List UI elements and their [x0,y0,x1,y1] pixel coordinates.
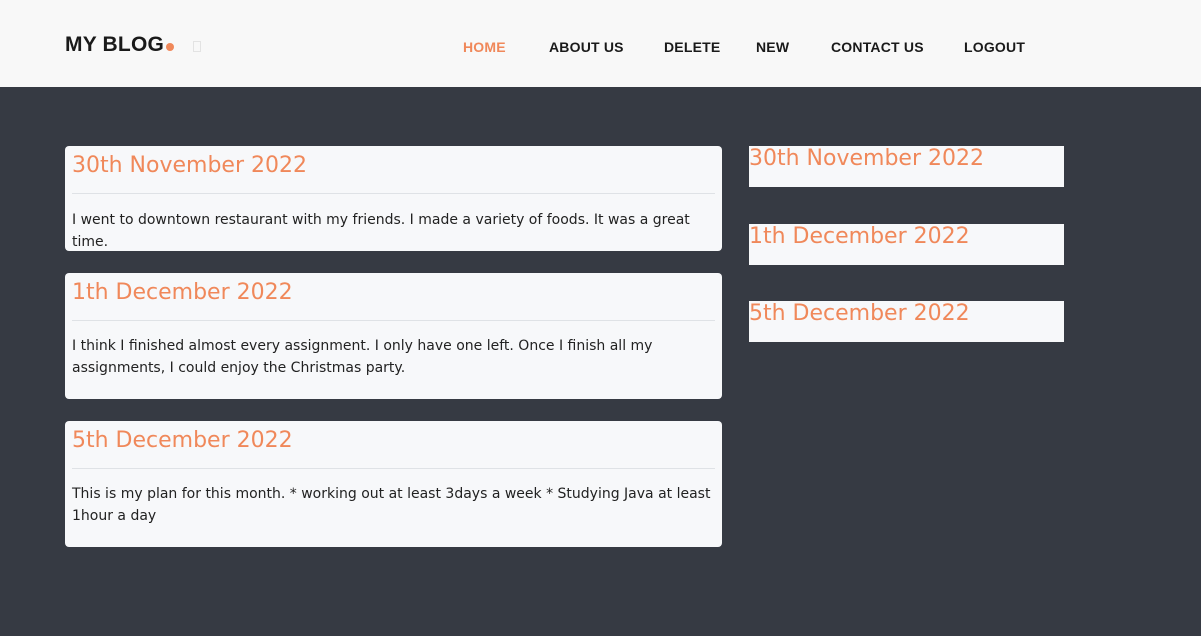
post-divider [72,468,715,469]
nav-contact-us[interactable]: CONTACT US [831,39,924,55]
post-body: I went to downtown restaurant with my fr… [72,212,690,250]
sidebar-item-label: 30th November 2022 [749,146,984,171]
nav-new[interactable]: NEW [756,39,789,55]
logo-dot [166,43,175,51]
nav-logout[interactable]: LOGOUT [964,39,1025,55]
post-divider [72,320,715,321]
post-title[interactable]: 5th December 2022 [72,426,293,456]
post-title[interactable]: 30th November 2022 [72,151,307,181]
nav-delete[interactable]: DELETE [664,39,720,55]
sidebar-item[interactable]: 5th December 2022 [749,301,1064,342]
post-body: I think I finished almost every assignme… [72,338,653,376]
nav-about-us[interactable]: ABOUT US [549,39,624,55]
post-card: 30th November 2022 I went to downtown re… [65,146,722,251]
sidebar-item[interactable]: 30th November 2022 [749,146,1064,187]
post-title[interactable]: 1th December 2022 [72,278,293,308]
post-card: 1th December 2022 I think I finished alm… [65,273,722,399]
logo-text: MY BLOG [65,33,165,56]
post-divider [72,193,715,194]
nav-home[interactable]: HOME [463,39,506,55]
sidebar-item[interactable]: 1th December 2022 [749,224,1064,265]
post-body: This is my plan for this month. * workin… [72,486,711,524]
menu-toggle-icon[interactable] [193,41,201,52]
site-logo[interactable]: MY BLOG [65,32,175,58]
post-card: 5th December 2022 This is my plan for th… [65,421,722,547]
sidebar-item-label: 1th December 2022 [749,224,970,249]
site-header: MY BLOG HOME ABOUT US DELETE NEW CONTACT… [0,0,1201,87]
sidebar-item-label: 5th December 2022 [749,301,970,326]
